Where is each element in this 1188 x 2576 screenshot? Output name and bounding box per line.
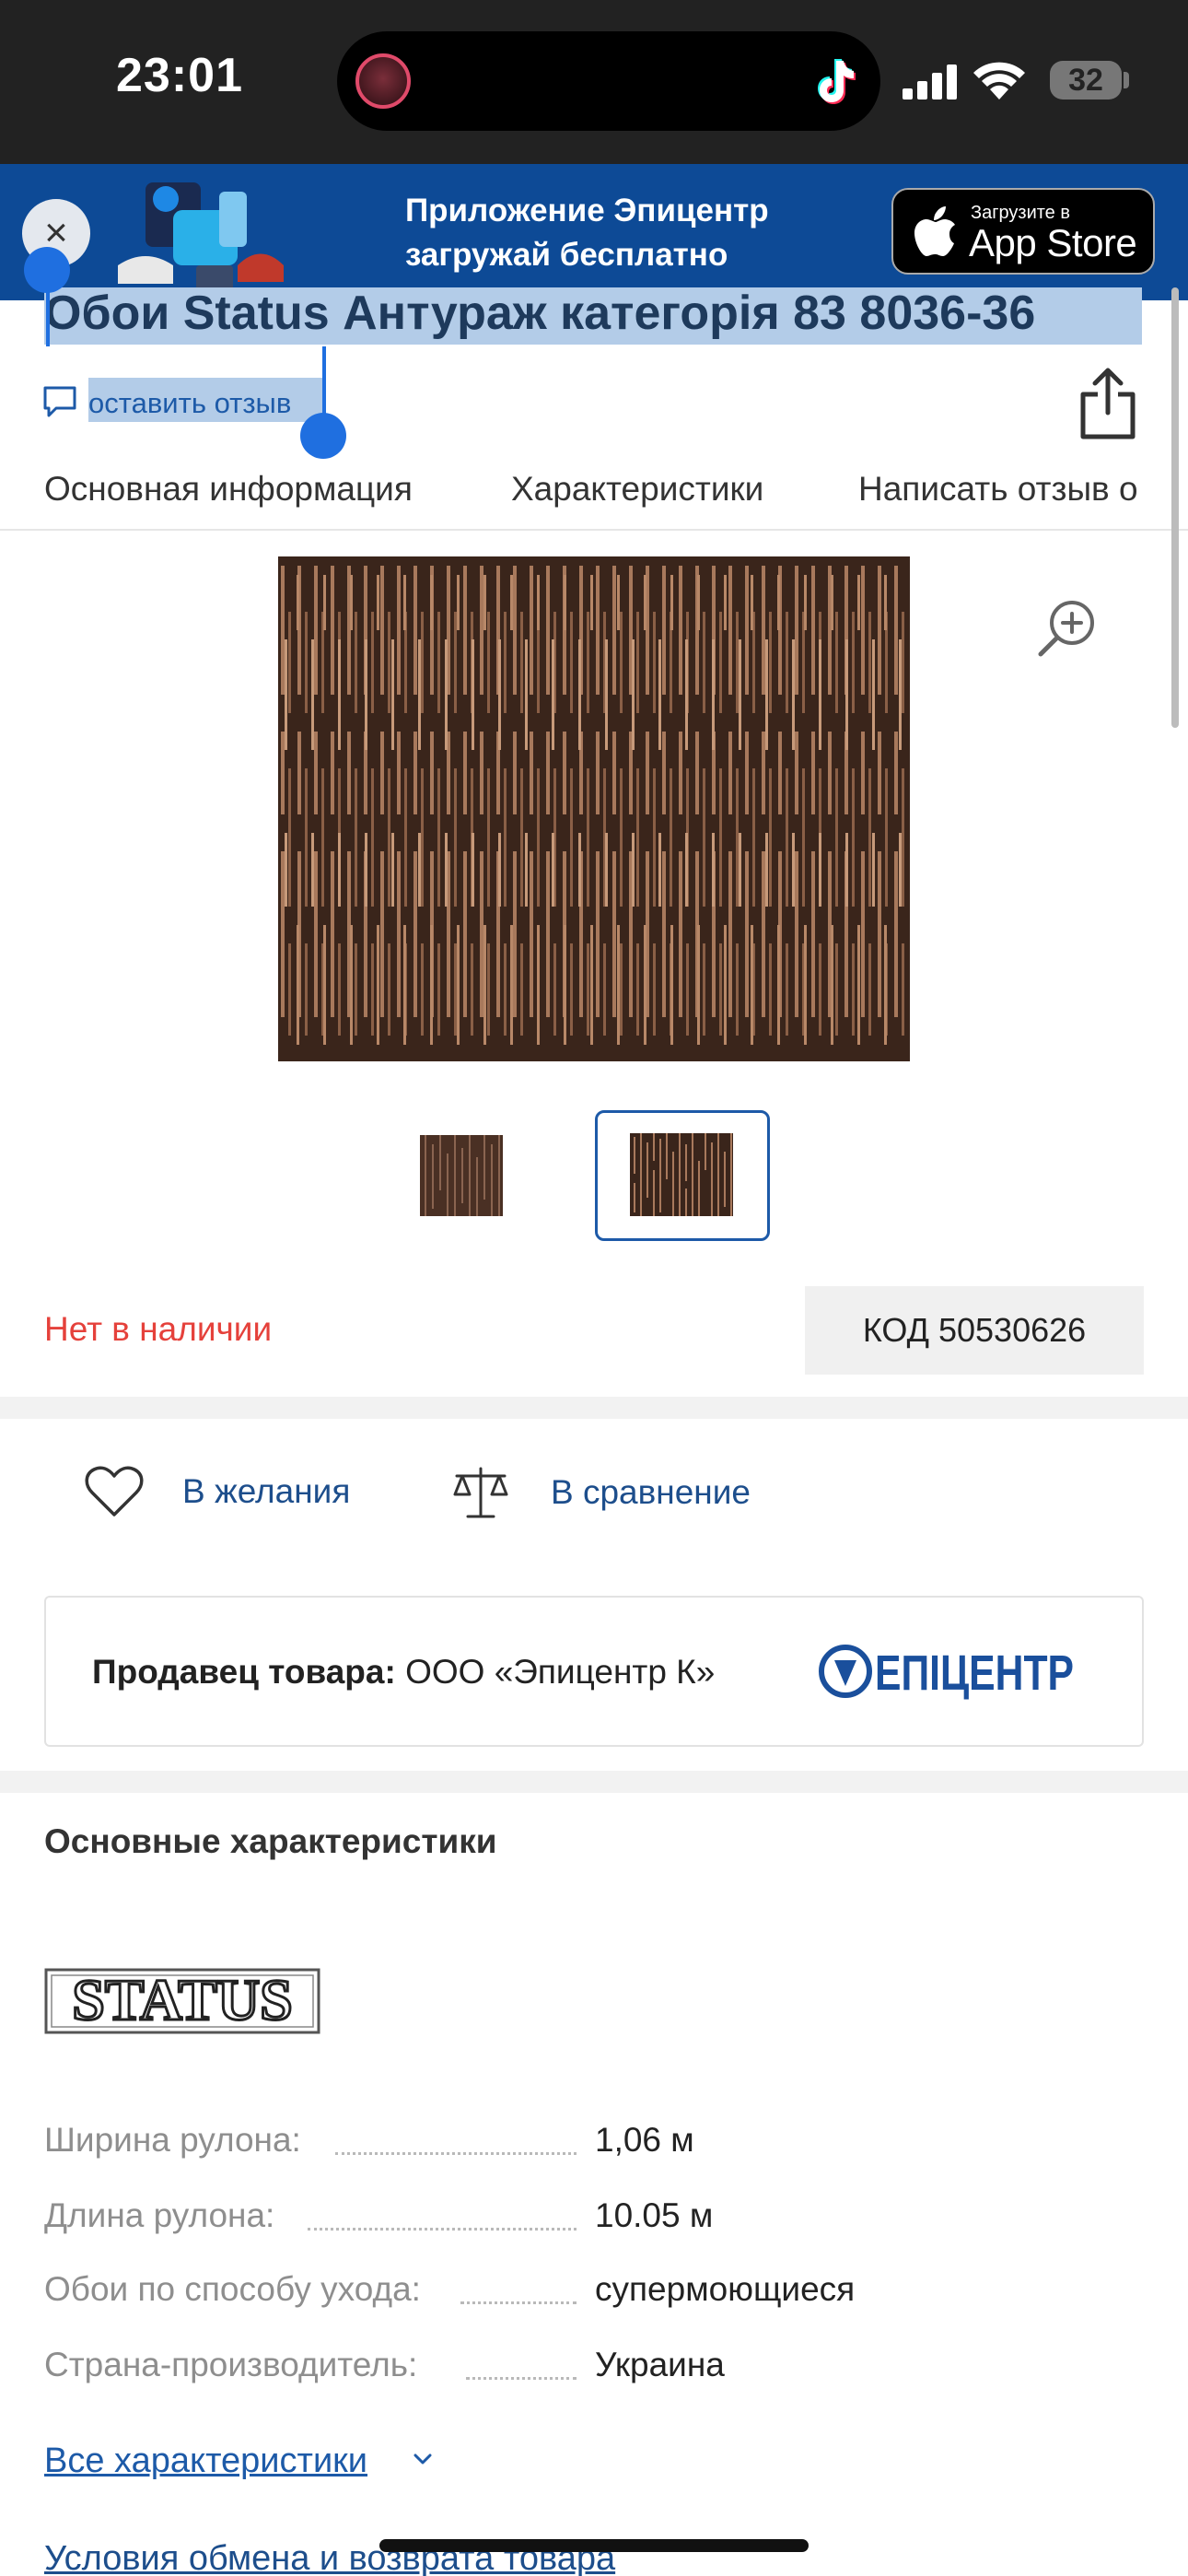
tiktok-icon	[818, 59, 856, 104]
selection-handle-start-knob[interactable]	[24, 247, 70, 293]
seller-name: ООО «Эпицентр К»	[405, 1653, 716, 1691]
product-main-image[interactable]	[278, 556, 910, 1061]
spec-name: Страна-производитель:	[44, 2346, 429, 2384]
cellular-signal-icon	[903, 64, 957, 100]
banner-line-1: Приложение Эпицентр	[405, 193, 769, 228]
status-brand-logo: STATUS	[44, 1966, 320, 2034]
spec-leader	[466, 2377, 577, 2380]
share-icon[interactable]	[1077, 367, 1138, 440]
spec-leader	[460, 2301, 577, 2304]
wifi-icon	[973, 62, 1025, 100]
banner-line-2: загружай бесплатно	[405, 237, 728, 273]
spec-row-width: Ширина рулона: 1,06 м	[44, 2121, 1144, 2167]
apple-icon	[914, 206, 955, 256]
product-code: КОД 50530626	[805, 1286, 1144, 1375]
spec-name: Обои по способу ухода:	[44, 2270, 432, 2309]
spec-name: Длина рулона:	[44, 2196, 286, 2235]
compare-label: В сравнение	[551, 1473, 751, 1511]
spec-leader	[335, 2152, 577, 2155]
product-thumbnail-2[interactable]	[630, 1133, 733, 1216]
banner-text: Приложение Эпицентр загружай бесплатно	[405, 189, 769, 277]
wishlist-label: В желания	[182, 1472, 351, 1510]
svg-text:STATUS: STATUS	[72, 1967, 293, 2032]
all-characteristics-link[interactable]: Все характеристики	[44, 2441, 367, 2481]
availability-status: Нет в наличии	[44, 1310, 273, 1348]
scales-icon	[453, 1467, 508, 1518]
battery-tip	[1124, 72, 1129, 88]
chevron-down-icon[interactable]	[411, 2447, 435, 2471]
app-store-big-label: App Store	[969, 221, 1137, 264]
tab-write-review[interactable]: Написать отзыв о	[858, 470, 1138, 509]
home-indicator[interactable]	[379, 2539, 809, 2552]
dynamic-island	[337, 31, 880, 131]
seller-label: Продавец товара:	[92, 1653, 396, 1691]
section-divider	[0, 1397, 1188, 1419]
main-characteristics-title: Основные характеристики	[44, 1822, 497, 1860]
product-title: Обои Status Антураж категорія 83 8036-36	[44, 287, 1036, 340]
heart-icon	[85, 1466, 144, 1516]
spec-value: 1,06 м	[595, 2121, 694, 2159]
product-thumbnail-1[interactable]	[420, 1135, 503, 1216]
spec-row-care: Обои по способу ухода: супермоющиеся	[44, 2270, 1144, 2316]
tab-main-info[interactable]: Основная информация	[44, 470, 413, 509]
svg-text:ЕПІЦЕНТР: ЕПІЦЕНТР	[875, 1645, 1074, 1701]
zoom-in-icon[interactable]	[1035, 597, 1098, 660]
leave-review-link[interactable]: оставить отзыв	[88, 387, 291, 420]
spec-name: Ширина рулона:	[44, 2121, 312, 2160]
seller-info: Продавец товара: ООО «Эпицентр К»	[92, 1653, 715, 1692]
battery-level: 32	[1050, 61, 1122, 100]
tab-characteristics[interactable]: Характеристики	[511, 470, 763, 509]
scrollbar[interactable]	[1171, 287, 1179, 728]
selection-handle-end-knob[interactable]	[300, 413, 346, 459]
app-store-button[interactable]: Загрузите в App Store	[891, 188, 1155, 275]
add-to-wishlist-button[interactable]: В желания	[85, 1465, 350, 1518]
spec-value: 10.05 м	[595, 2196, 714, 2234]
comment-icon	[43, 386, 76, 417]
banner-products-illustration	[118, 182, 284, 293]
section-divider-2	[0, 1771, 1188, 1793]
spec-row-country: Страна-производитель: Украина	[44, 2346, 1144, 2392]
spec-value: супермоющиеся	[595, 2270, 856, 2308]
add-to-compare-button[interactable]: В сравнение	[451, 1465, 751, 1520]
spec-value: Украина	[595, 2346, 725, 2383]
live-activity-avatar	[355, 53, 411, 109]
product-tabs: Основная информация Характеристики Напис…	[0, 461, 1188, 531]
spec-leader	[308, 2228, 577, 2231]
epicentr-logo: ЕПІЦЕНТР	[819, 1645, 1074, 1701]
clock: 23:01	[116, 49, 243, 102]
spec-row-length: Длина рулона: 10.05 м	[44, 2196, 1144, 2242]
